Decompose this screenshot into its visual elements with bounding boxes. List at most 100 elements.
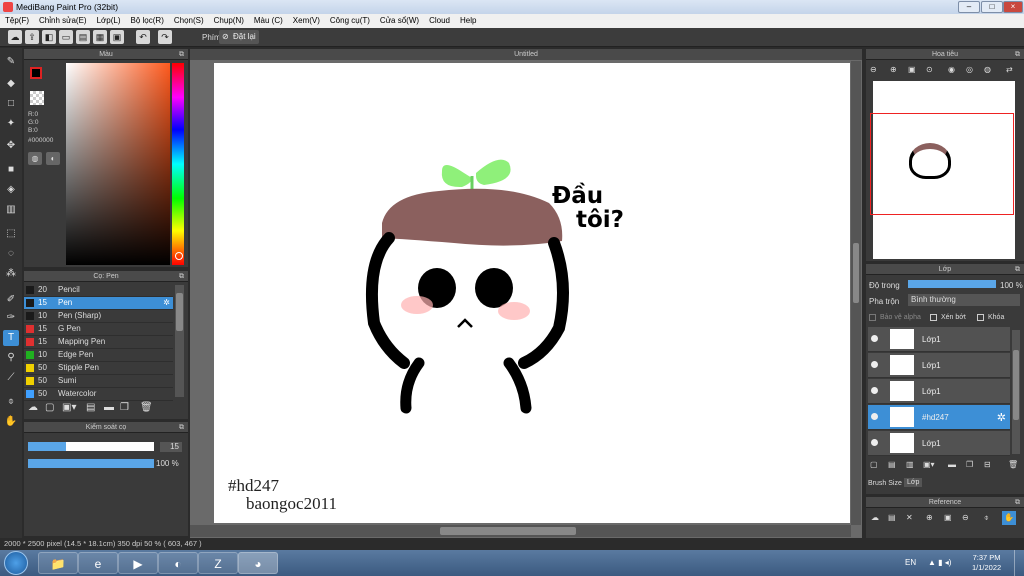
comment-icon[interactable]: ◧ [42,30,56,44]
hand-tool-icon[interactable]: ✋ [3,414,19,430]
brush-tool-icon[interactable]: ✎ [3,54,19,70]
minimize-button[interactable]: – [958,1,980,13]
text-tool-icon[interactable]: T [3,330,19,346]
page-icon[interactable]: ▣ [110,30,124,44]
gradient-tool-icon[interactable]: ▥ [3,202,19,218]
reference-cloud-icon[interactable]: ☁ [871,513,879,522]
bucket-tool-icon[interactable]: ◈ [3,182,19,198]
close-button[interactable]: × [1003,1,1023,13]
reference-open-icon[interactable]: ▤ [888,513,896,522]
layer-row[interactable]: Lớp1 [868,379,1010,404]
brush-item[interactable]: 15 Mapping Pen [24,336,173,349]
select-tool-icon[interactable]: ⬚ [3,226,19,242]
show-desktop-button[interactable] [1014,550,1024,576]
layer-row[interactable]: Lớp1 [868,327,1010,352]
magic-wand-icon[interactable]: ⁂ [3,266,19,282]
add-brush-icon[interactable]: ▣▾ [62,402,76,413]
horizontal-scrollbar[interactable] [190,525,851,537]
duplicate-layer-icon[interactable]: ❐ [966,460,973,469]
brush-size-value[interactable]: 15 [160,442,182,452]
palette-icon[interactable]: ◍ [28,152,42,165]
layer-opacity-slider[interactable] [908,280,996,288]
layer-row[interactable]: Lớp1 [868,353,1010,378]
brush-item[interactable]: 50 Watercolor [24,388,173,401]
rotate-right-icon[interactable]: ◎ [966,65,973,74]
brush-list-scrollbar[interactable] [175,285,184,397]
menu-select[interactable]: Chọn(S) [174,14,204,28]
transparent-color-swatch[interactable] [30,91,44,105]
menu-layer[interactable]: Lớp(L) [97,14,121,28]
brush-item[interactable]: 15 Pen ✲ [24,297,173,310]
menu-snap[interactable]: Chụp(N) [214,14,244,28]
actual-size-icon[interactable]: ⊙ [926,65,933,74]
reference-zoom-in-icon[interactable]: ⊕ [926,513,933,522]
undo-icon[interactable]: ↶ [136,30,150,44]
internet-explorer-icon[interactable]: e [78,552,118,574]
layer-list-scrollbar[interactable] [1012,330,1020,454]
upload-icon[interactable]: ⇪ [25,30,39,44]
layer-property-icon[interactable]: ▥ [906,460,914,469]
eye-icon[interactable] [871,361,878,368]
reference-close-icon[interactable]: ✕ [906,513,913,522]
medibang-icon[interactable]: ◕ [238,552,278,574]
menu-color[interactable]: Màu (C) [254,14,283,28]
tab-layer[interactable]: Lớp [904,478,923,487]
media-player-icon[interactable]: ▶ [118,552,158,574]
hue-slider[interactable] [172,63,184,265]
delete-layer-icon[interactable]: 🗑 [1008,460,1018,469]
clipping-checkbox[interactable] [930,314,937,321]
start-button[interactable] [4,551,28,575]
menu-view[interactable]: Xem(V) [293,14,320,28]
add-layer-menu-icon[interactable]: ▣▾ [923,460,935,469]
menu-edit[interactable]: Chỉnh sửa(E) [39,14,87,28]
coccoc-icon[interactable]: ◐ [158,552,198,574]
gear-icon[interactable]: ✲ [997,411,1006,424]
color-wheel-icon[interactable]: ◐ [46,152,60,165]
new-layer-copy-icon[interactable]: ▤ [888,460,896,469]
fit-icon[interactable]: ▣ [908,65,916,74]
operation-tool-icon[interactable]: ⚲ [3,350,19,366]
blend-mode-select[interactable]: Bình thường [908,294,1020,306]
reference-fit-icon[interactable]: ▣ [944,513,952,522]
brush-settings-icon[interactable]: ▤ [86,402,95,413]
reset-button[interactable]: ⊘ Đặt lại [219,30,259,44]
brush-item[interactable]: 10 Edge Pen [24,349,173,362]
panel-expand-icon[interactable]: ⧉ [1015,264,1020,275]
menu-help[interactable]: Help [460,14,476,28]
grid-icon[interactable]: ▦ [93,30,107,44]
eye-icon[interactable] [871,413,878,420]
lasso-tool-icon[interactable]: ◌ [3,246,19,262]
eraser-tool-icon[interactable]: ◆ [3,76,19,92]
alpha-protect-checkbox[interactable] [869,314,876,321]
dot-tool-icon[interactable]: □ [3,96,19,112]
gear-icon[interactable]: ✲ [163,297,170,309]
canvas-tab[interactable]: Untitled [190,49,862,60]
horizontal-scroll-thumb[interactable] [440,527,576,535]
maximize-button[interactable]: □ [981,1,1003,13]
panel-expand-icon[interactable]: ⧉ [1015,49,1020,60]
lock-checkbox[interactable] [977,314,984,321]
shape-fill-icon[interactable]: ■ [3,162,19,178]
copy-brush-icon[interactable]: ❐ [120,402,129,413]
layer-scroll-thumb[interactable] [1013,350,1019,420]
brush-opacity-slider[interactable] [28,459,154,468]
reset-rotation-icon[interactable]: ◍ [984,65,991,74]
layer-row[interactable]: #hd247 ✲ [868,405,1010,430]
select-eraser-icon[interactable]: ✑ [3,310,19,326]
brush-item[interactable]: 50 Stipple Pen [24,362,173,375]
move-tool-icon[interactable]: ✥ [3,138,19,154]
zoom-out-icon[interactable]: ⊖ [870,65,877,74]
brush-item[interactable]: 50 Sumi [24,375,173,388]
reference-zoom-out-icon[interactable]: ⊖ [962,513,969,522]
magic-brush-icon[interactable]: ✦ [3,116,19,132]
drawing-canvas[interactable]: Đầu tôi? #hd247 baongoc2011 [214,63,850,523]
menu-window[interactable]: Cửa sổ(W) [380,14,419,28]
file-explorer-icon[interactable]: 📁 [38,552,78,574]
rotate-left-icon[interactable]: ◉ [948,65,955,74]
brush-item[interactable]: 20 Pencil [24,284,173,297]
panel-expand-icon[interactable]: ⧉ [179,422,184,433]
delete-brush-icon[interactable]: 🗑 [140,402,153,413]
menu-file[interactable]: Tệp(F) [5,14,29,28]
new-layer-icon[interactable]: ▢ [870,460,878,469]
panel-expand-icon[interactable]: ⧉ [179,271,184,282]
